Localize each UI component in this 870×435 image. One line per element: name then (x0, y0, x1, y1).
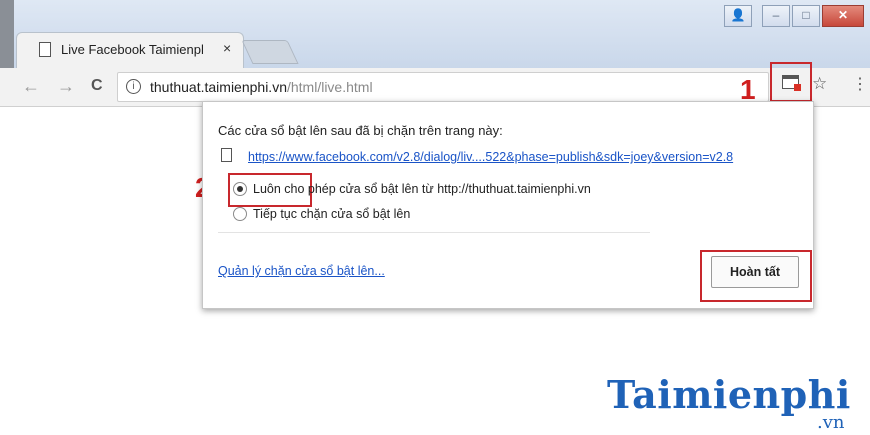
tab-close-icon[interactable]: × (223, 40, 231, 56)
page-icon (39, 42, 51, 57)
info-icon[interactable]: i (126, 79, 141, 94)
address-url[interactable]: thuthuat.taimienphi.vn/html/live.html (150, 79, 373, 95)
menu-icon[interactable]: ⋮ (852, 74, 868, 94)
dialog-title: Các cửa sổ bật lên sau đã bị chặn trên t… (218, 123, 503, 138)
back-icon[interactable]: ← (22, 76, 40, 97)
user-icon[interactable]: 👤 (724, 5, 752, 27)
url-path: /html/live.html (286, 79, 373, 95)
url-host: thuthuat.taimienphi.vn (150, 79, 287, 95)
title-bar: Live Facebook Taimienpl × 👤 – □ ✕ (0, 0, 870, 69)
taimienphi-logo: Taimienphi (607, 372, 851, 417)
popup-blocked-dialog: Các cửa sổ bật lên sau đã bị chặn trên t… (202, 101, 814, 309)
address-bar[interactable]: i thuthuat.taimienphi.vn/html/live.html (117, 72, 769, 102)
popup-icon-badge (794, 84, 801, 91)
popup-blocked-icon[interactable] (782, 75, 801, 91)
minimize-button[interactable]: – (762, 5, 790, 27)
bookmark-star-icon[interactable]: ☆ (812, 74, 827, 94)
page-icon (221, 148, 232, 162)
window-edge (0, 0, 14, 68)
allow-radio[interactable] (233, 182, 247, 196)
browser-tab[interactable]: Live Facebook Taimienpl × (16, 32, 244, 69)
divider (218, 232, 650, 233)
done-button[interactable]: Hoàn tất (711, 256, 799, 288)
allow-option-label[interactable]: Luôn cho phép cửa sổ bật lên từ http://t… (253, 182, 591, 196)
blocked-popup-link[interactable]: https://www.facebook.com/v2.8/dialog/liv… (248, 150, 733, 164)
manage-popups-link[interactable]: Quản lý chặn cửa sổ bật lên... (218, 264, 385, 278)
logo-suffix: .vn (817, 412, 845, 433)
forward-icon[interactable]: → (57, 76, 75, 97)
close-window-button[interactable]: ✕ (822, 5, 864, 27)
maximize-button[interactable]: □ (792, 5, 820, 27)
block-option-label[interactable]: Tiếp tục chặn cửa sổ bật lên (253, 207, 410, 221)
tab-title: Live Facebook Taimienpl (61, 42, 204, 57)
new-tab-button[interactable] (241, 40, 299, 64)
reload-icon[interactable]: C (91, 77, 103, 95)
block-radio[interactable] (233, 207, 247, 221)
window-controls: 👤 – □ ✕ (722, 5, 864, 27)
popup-icon-bar (783, 76, 798, 79)
popup-blocked-highlight (770, 62, 812, 102)
